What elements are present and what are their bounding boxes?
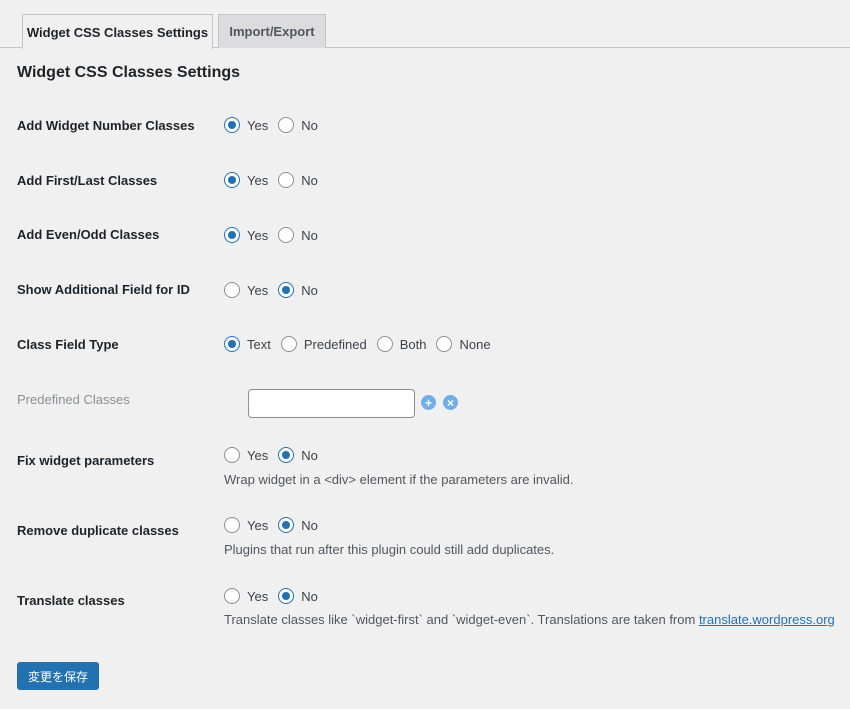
radio-button[interactable] <box>436 336 453 352</box>
radio-label: Yes <box>247 588 269 604</box>
radio-field-type-none[interactable]: None <box>436 336 491 352</box>
radio-field-type-both[interactable]: Both <box>376 336 427 352</box>
label-fix-widget-parameters: Fix widget parameters <box>17 453 155 468</box>
radio-label: No <box>301 588 318 604</box>
fix-params-description: Wrap widget in a <div> element if the pa… <box>224 472 574 487</box>
radio-button[interactable] <box>278 517 295 533</box>
radio-fix-params-no[interactable]: No <box>278 447 318 463</box>
radio-label: No <box>301 282 318 298</box>
radio-widget-number-yes[interactable]: Yes <box>224 117 268 133</box>
radio-group-first-last: Yes No <box>224 172 328 188</box>
translate-description: Translate classes like `widget-first` an… <box>224 612 835 627</box>
radio-label: Both <box>399 336 427 352</box>
radio-button[interactable] <box>224 336 240 352</box>
radio-button[interactable] <box>280 336 297 352</box>
radio-label: No <box>301 117 318 133</box>
radio-show-id-no[interactable]: No <box>278 282 318 298</box>
tab-bar: Widget CSS Classes Settings Import/Expor… <box>0 0 850 49</box>
radio-button[interactable] <box>278 117 295 133</box>
radio-widget-number-no[interactable]: No <box>278 117 318 133</box>
radio-label: No <box>301 227 318 243</box>
label-predefined-classes: Predefined Classes <box>17 392 130 407</box>
radio-fix-params-yes[interactable]: Yes <box>224 447 268 463</box>
predefined-classes-input[interactable] <box>248 389 415 418</box>
radio-label: No <box>301 447 318 463</box>
radio-group-widget-number: Yes No <box>224 117 328 133</box>
radio-label: None <box>459 336 491 352</box>
radio-field-type-text[interactable]: Text <box>224 336 271 352</box>
radio-button[interactable] <box>224 117 240 133</box>
radio-label: Yes <box>247 172 269 188</box>
radio-button[interactable] <box>224 172 240 188</box>
radio-button[interactable] <box>278 227 295 243</box>
label-first-last-classes: Add First/Last Classes <box>17 173 158 188</box>
label-show-id-field: Show Additional Field for ID <box>17 282 190 297</box>
label-remove-duplicate-classes: Remove duplicate classes <box>17 523 179 538</box>
radio-button[interactable] <box>278 588 295 604</box>
save-changes-button[interactable]: 変更を保存 <box>17 662 99 690</box>
tab-import-export[interactable]: Import/Export <box>218 14 326 48</box>
radio-field-type-predefined[interactable]: Predefined <box>280 336 367 352</box>
radio-button[interactable] <box>224 227 240 243</box>
radio-label: Yes <box>247 517 269 533</box>
radio-button[interactable] <box>278 282 295 298</box>
radio-label: Yes <box>247 117 269 133</box>
plus-circle-icon[interactable]: + <box>421 395 436 410</box>
radio-group-fix-params: Yes No <box>224 447 328 463</box>
radio-remove-dup-no[interactable]: No <box>278 517 318 533</box>
radio-button[interactable] <box>278 172 295 188</box>
radio-show-id-yes[interactable]: Yes <box>224 282 268 298</box>
radio-button[interactable] <box>224 588 240 604</box>
radio-group-translate: Yes No <box>224 588 328 604</box>
page-title: Widget CSS Classes Settings <box>17 64 241 81</box>
radio-label: Yes <box>247 227 269 243</box>
close-circle-icon[interactable]: × <box>443 395 458 410</box>
radio-button[interactable] <box>376 336 393 352</box>
radio-translate-yes[interactable]: Yes <box>224 588 268 604</box>
label-even-odd-classes: Add Even/Odd Classes <box>17 227 160 242</box>
radio-button[interactable] <box>278 447 295 463</box>
radio-first-last-yes[interactable]: Yes <box>224 172 268 188</box>
radio-label: No <box>301 517 318 533</box>
radio-label: Yes <box>247 282 269 298</box>
radio-group-remove-dup: Yes No <box>224 517 328 533</box>
radio-button[interactable] <box>224 517 240 533</box>
radio-group-field-type: Text Predefined Both None <box>224 336 501 352</box>
radio-label: No <box>301 172 318 188</box>
radio-even-odd-no[interactable]: No <box>278 227 318 243</box>
radio-label: Predefined <box>303 336 367 352</box>
radio-first-last-no[interactable]: No <box>278 172 318 188</box>
radio-group-even-odd: Yes No <box>224 227 328 243</box>
remove-dup-description: Plugins that run after this plugin could… <box>224 542 555 557</box>
label-class-field-type: Class Field Type <box>17 337 119 352</box>
radio-label: Text <box>247 336 271 352</box>
radio-translate-no[interactable]: No <box>278 588 318 604</box>
radio-button[interactable] <box>224 447 240 463</box>
tab-widget-css-classes-settings[interactable]: Widget CSS Classes Settings <box>22 14 213 49</box>
radio-remove-dup-yes[interactable]: Yes <box>224 517 268 533</box>
translate-description-text: Translate classes like `widget-first` an… <box>224 612 699 627</box>
radio-even-odd-yes[interactable]: Yes <box>224 227 268 243</box>
radio-button[interactable] <box>224 282 240 298</box>
label-translate-classes: Translate classes <box>17 593 125 608</box>
radio-label: Yes <box>247 447 269 463</box>
label-widget-number-classes: Add Widget Number Classes <box>17 118 195 133</box>
radio-group-show-id: Yes No <box>224 282 328 298</box>
translate-wordpress-link[interactable]: translate.wordpress.org <box>699 612 835 627</box>
